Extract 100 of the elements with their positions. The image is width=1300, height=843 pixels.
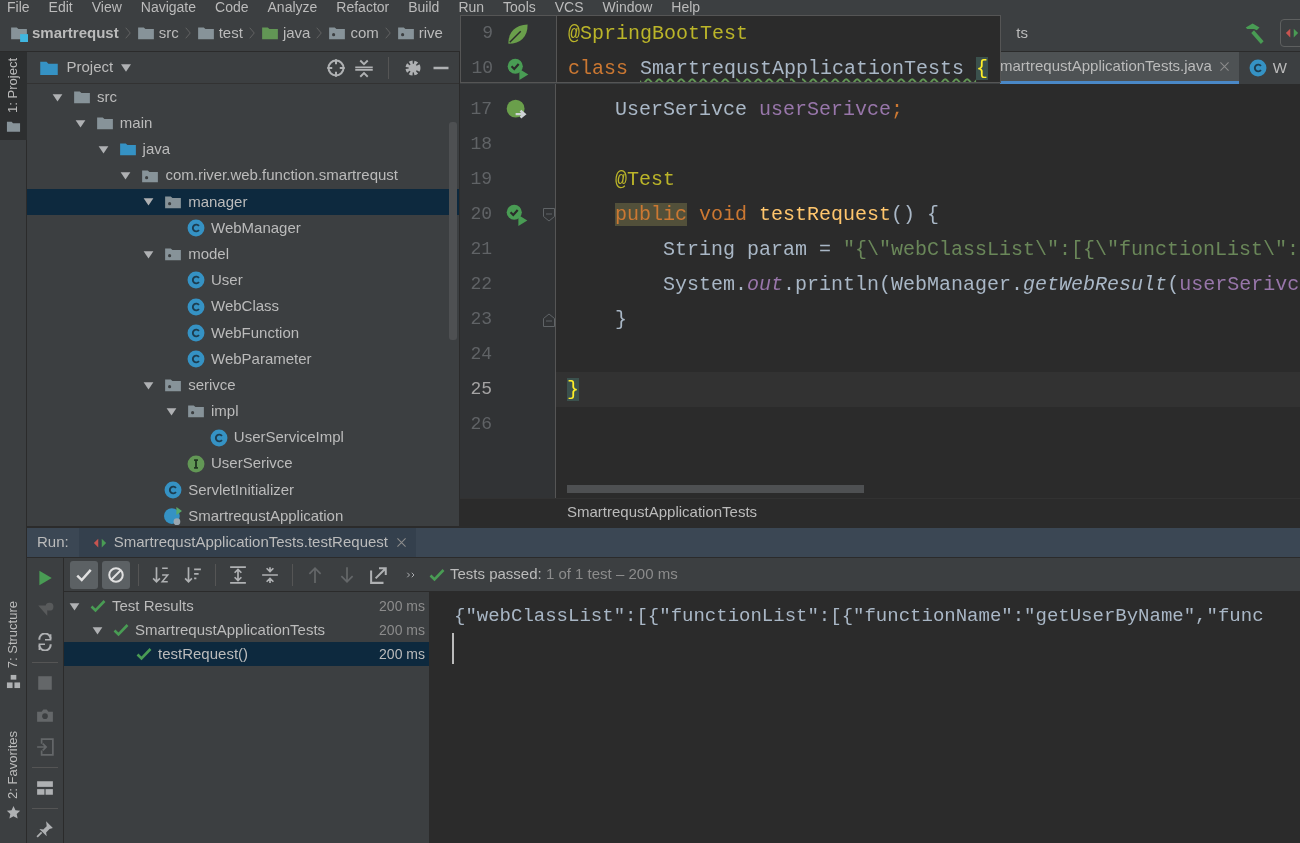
package-icon: [396, 24, 415, 42]
run-icon[interactable]: [507, 57, 529, 80]
tree-item[interactable]: serivce: [27, 372, 459, 399]
class-icon: [187, 271, 205, 290]
breadcrumb-item[interactable]: smartrequst: [10, 21, 119, 45]
tree-item[interactable]: com.river.web.function.smartrequst: [27, 162, 459, 189]
tree-item[interactable]: SmartrequstApplication: [27, 503, 459, 526]
panel-title: Run:: [36, 532, 70, 553]
expand-arrow-icon[interactable]: [119, 169, 133, 183]
run-icon[interactable]: [506, 203, 528, 226]
package-icon: [328, 24, 347, 42]
breadcrumb-item[interactable]: java: [260, 21, 311, 45]
code-line: String param = "{\"webClassList\":[{\"functionList\":: [662, 236, 1300, 263]
code-line: public void testRequest() {: [614, 201, 940, 228]
test-result-item[interactable]: Test Results 200 ms: [64, 594, 429, 618]
menu-item[interactable]: Window: [602, 0, 653, 15]
breadcrumb-item[interactable]: test: [196, 21, 243, 45]
leaf-icon[interactable]: [507, 22, 529, 45]
collapse-icon[interactable]: [354, 57, 374, 78]
folder-icon: [136, 24, 155, 42]
class-icon: [209, 428, 228, 447]
interface-icon: [187, 454, 205, 473]
cancel-icon[interactable]: [102, 560, 130, 589]
run-tab[interactable]: SmartrequstApplicationTests.testRequest: [78, 528, 416, 557]
panel-title[interactable]: Project: [39, 56, 131, 79]
structure-icon: [5, 674, 21, 690]
tree-item[interactable]: ServletInitializer: [27, 476, 459, 503]
test-status: Tests passed: 1 of 1 test – 200 ms: [450, 564, 678, 585]
check-icon: [90, 598, 106, 614]
menu-item[interactable]: Build: [408, 0, 440, 15]
breadcrumb-item[interactable]: rive: [396, 21, 443, 45]
class-icon: [187, 219, 205, 238]
code-line: class SmartrequstApplicationTests {: [568, 55, 989, 82]
check-icon: [113, 622, 129, 638]
duration-label: 200 ms: [379, 596, 426, 616]
code-line: @Test: [614, 166, 676, 193]
run-config-label[interactable]: ts: [1016, 21, 1028, 45]
menu-item[interactable]: Help: [671, 0, 701, 15]
folder-icon: [260, 24, 279, 42]
menu-item[interactable]: View: [91, 0, 122, 15]
code-line: UserSerivce userSerivce;: [614, 96, 904, 123]
menu-item[interactable]: Edit: [48, 0, 73, 15]
tool-window-tab[interactable]: 1: Project: [0, 52, 27, 140]
tool-window-tab[interactable]: 7: Structure: [0, 594, 27, 696]
test-result-item[interactable]: SmartrequstApplicationTests 200 ms: [64, 618, 429, 642]
code-line: }: [614, 306, 628, 333]
code-line: @SpringBootTest: [568, 20, 749, 47]
line-number: 25: [469, 378, 492, 401]
tool-window-tab[interactable]: 2: Favorites: [0, 725, 27, 827]
tree-item[interactable]: WebManager: [27, 214, 459, 242]
check-icon: [136, 646, 152, 662]
class-icon: [187, 297, 205, 316]
menu-item[interactable]: Navigate: [140, 0, 197, 15]
tree-item[interactable]: manager: [27, 188, 459, 215]
expand-arrow-icon[interactable]: [142, 195, 156, 209]
crosshair-icon[interactable]: [326, 57, 346, 78]
editor-tab[interactable]: W: [1238, 52, 1295, 84]
console-output: {"webClassList":[{"functionList":[{"functionName":"getUserByName","func: [454, 604, 1264, 629]
editor-tab[interactable]: martrequstApplicationTests.java: [1000, 52, 1239, 84]
test-name: Test Results: [112, 595, 194, 616]
duration-label: 200 ms: [379, 620, 426, 640]
close-icon[interactable]: [395, 536, 408, 549]
text-cursor: [452, 632, 454, 664]
tree-item[interactable]: UserSerivce: [27, 450, 459, 477]
menu-item[interactable]: Code: [215, 0, 249, 15]
tree-item[interactable]: main: [27, 110, 459, 137]
tree-item[interactable]: WebFunction: [27, 319, 459, 346]
check-icon[interactable]: [70, 560, 98, 589]
class-icon: [187, 323, 205, 342]
menu-item[interactable]: VCS: [554, 0, 584, 15]
scrollbar[interactable]: [567, 485, 864, 493]
tree-item[interactable]: WebClass: [27, 293, 459, 320]
breadcrumb-item[interactable]: SmartrequstApplicationTests: [567, 501, 758, 524]
duration-label: 200 ms: [379, 644, 426, 664]
scrollbar[interactable]: [449, 122, 457, 340]
test-name: testRequest(): [158, 643, 249, 664]
star-icon: [5, 805, 21, 821]
tree-item[interactable]: WebParameter: [27, 345, 459, 373]
tree-item[interactable]: User: [27, 267, 459, 294]
check-icon: [429, 566, 445, 583]
folder-icon: [196, 24, 215, 42]
tree-item[interactable]: UserServiceImpl: [27, 424, 459, 451]
test-result-item[interactable]: testRequest() 200 ms: [64, 642, 429, 666]
class-icon: [1248, 59, 1267, 77]
module-icon: [10, 24, 28, 42]
tree-item[interactable]: impl: [27, 398, 459, 425]
tree-item[interactable]: src: [27, 84, 459, 111]
menu-item[interactable]: Analyze: [267, 0, 318, 15]
tree-item[interactable]: java: [27, 136, 459, 163]
breadcrumb-item[interactable]: com: [328, 21, 379, 45]
class-icon: [164, 507, 183, 526]
tree-item[interactable]: model: [27, 241, 459, 268]
class-icon: [187, 349, 205, 368]
caret-icon: [120, 62, 131, 73]
menu-item[interactable]: Refactor: [336, 0, 390, 15]
test-name: SmartrequstApplicationTests: [135, 619, 326, 640]
menu-item[interactable]: File: [7, 0, 30, 15]
menu-item[interactable]: Run: [458, 0, 485, 15]
breadcrumb-item[interactable]: src: [136, 21, 179, 45]
menu-item[interactable]: Tools: [503, 0, 536, 15]
